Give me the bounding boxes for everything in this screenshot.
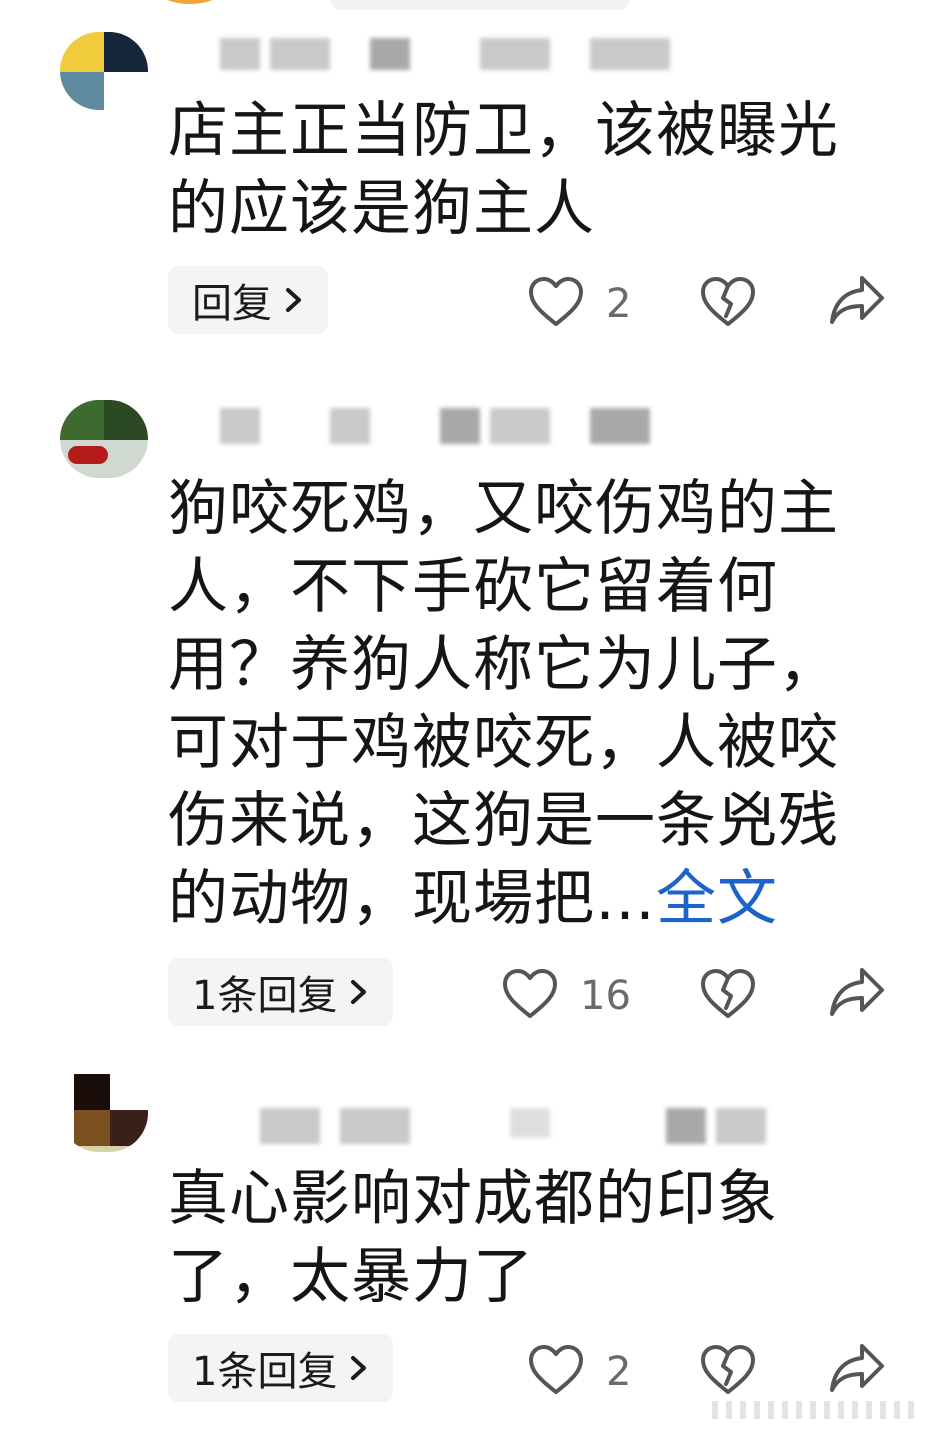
chevron-right-icon (349, 1354, 369, 1382)
comment-text: 真心影响对成都的印象 了，太暴力了 (168, 1164, 778, 1312)
avatar-partial (160, 0, 220, 4)
broken-heart-icon (700, 1344, 756, 1400)
share-button[interactable] (828, 964, 886, 1024)
broken-heart-icon (700, 276, 756, 332)
avatar[interactable] (60, 32, 148, 110)
reply-label: 1条回复 (192, 973, 338, 1019)
share-arrow-icon (828, 1340, 886, 1400)
chevron-right-icon (284, 286, 304, 314)
avatar[interactable] (60, 1074, 148, 1152)
like-button[interactable]: 16 (502, 968, 631, 1024)
author-meta-obscured (170, 30, 690, 70)
reply-button[interactable]: 1条回复 (168, 958, 394, 1026)
chevron-right-icon (349, 978, 369, 1006)
reply-label: 1条回复 (192, 1349, 338, 1395)
watermark (712, 1401, 922, 1419)
reply-button[interactable]: 1条回复 (168, 1334, 394, 1402)
avatar[interactable] (60, 400, 148, 478)
comment-text: 店主正当防卫，该被曝光 的应该是狗主人 (168, 96, 839, 244)
heart-outline-icon (528, 276, 584, 332)
comment-text: 狗咬死鸡，又咬伤鸡的主 人，不下手砍它留着何 用？养狗人称它为儿子， 可对于鸡被… (168, 474, 839, 934)
like-button[interactable]: 2 (528, 1344, 631, 1400)
author-meta-obscured (170, 404, 690, 444)
share-arrow-icon (828, 272, 886, 332)
like-count: 16 (580, 973, 631, 1019)
share-button[interactable] (828, 1340, 886, 1400)
dislike-button[interactable] (700, 968, 756, 1024)
author-meta-obscured (170, 1102, 790, 1144)
heart-outline-icon (528, 1344, 584, 1400)
heart-outline-icon (502, 968, 558, 1024)
like-button[interactable]: 2 (528, 276, 631, 332)
full-text-link[interactable]: 全文 (656, 864, 778, 934)
like-count: 2 (606, 281, 632, 327)
dislike-button[interactable] (700, 1344, 756, 1400)
dislike-button[interactable] (700, 276, 756, 332)
like-count: 2 (606, 1349, 632, 1395)
broken-heart-icon (700, 968, 756, 1024)
share-button[interactable] (828, 272, 886, 332)
input-partial (330, 0, 630, 10)
reply-button[interactable]: 回复 (168, 266, 328, 334)
share-arrow-icon (828, 964, 886, 1024)
reply-label: 回复 (192, 281, 272, 327)
